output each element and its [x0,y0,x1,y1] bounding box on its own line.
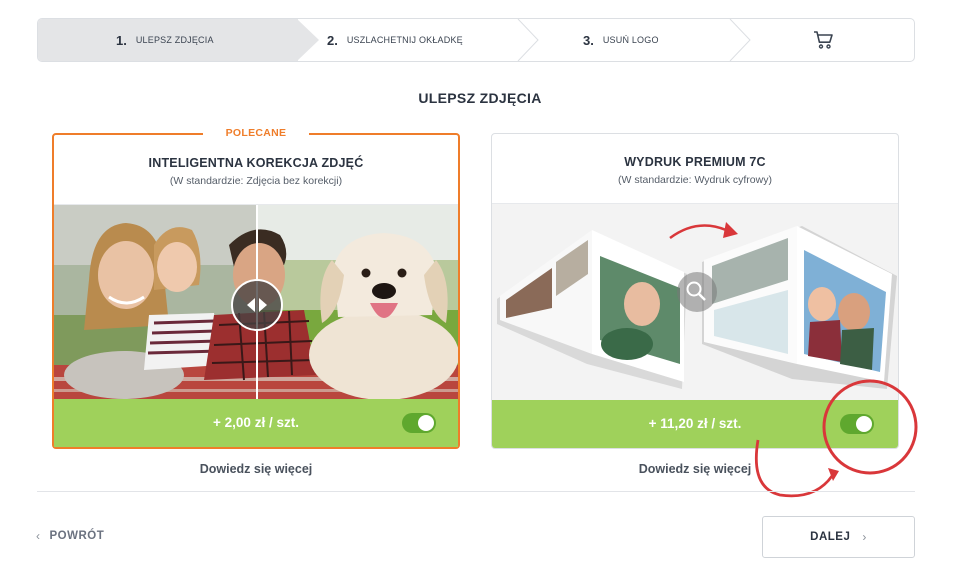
cart-icon[interactable] [812,28,836,52]
card-subtitle: (W standardzie: Zdjęcia bez korekcji) [169,175,343,187]
chevron-right-icon: › [862,530,867,544]
back-button[interactable]: ‹ POWRÓT [36,529,104,543]
next-button[interactable]: DALEJ › [762,516,915,558]
card-header: WYDRUK PREMIUM 7C (W standardzie: Wydruk… [492,134,898,204]
step-2[interactable]: 2. USZLACHETNIJ OKŁADKĘ [327,19,463,61]
toggle-knob [418,415,434,431]
step-label: USUŃ LOGO [602,35,659,45]
step-label: ULEPSZ ZDJĘCIA [135,35,214,45]
step-number: 1. [116,32,127,48]
footer-divider [37,491,915,492]
step-separator-icon [517,19,539,61]
next-label: DALEJ [810,531,851,543]
before-after-image[interactable] [54,205,458,403]
compare-slider-handle[interactable] [231,279,283,331]
card-title: WYDRUK PREMIUM 7C [624,155,766,169]
step-number: 2. [327,32,338,48]
card-subtitle: (W standardzie: Wydruk cyfrowy) [618,174,772,186]
active-step-arrow [297,19,319,61]
step-1[interactable]: 1. ULEPSZ ZDJĘCIA [116,19,214,61]
checkout-stepper: 1. ULEPSZ ZDJĘCIA 2. USZLACHETNIJ OKŁADK… [37,18,915,62]
option-price: + 2,00 zł / szt. [213,415,299,430]
step-label: USZLACHETNIJ OKŁADKĘ [346,35,463,45]
card-title: INTELIGENTNA KOREKCJA ZDJĘĆ [148,156,364,170]
learn-more-link[interactable]: Dowiedz się więcej [52,462,460,476]
card-header: INTELIGENTNA KOREKCJA ZDJĘĆ (W standardz… [54,135,458,205]
back-label: POWRÓT [49,530,105,542]
price-bar: + 2,00 zł / szt. [54,399,458,447]
left-right-arrows-icon [247,298,267,312]
step-number: 3. [583,32,594,48]
option-card-photo-correction[interactable]: POLECANE INTELIGENTNA KOREKCJA ZDJĘĆ (W … [52,127,460,449]
recommended-badge: POLECANE [203,127,309,141]
highlight-annotation-icon [754,379,918,498]
chevron-left-icon: ‹ [36,529,41,543]
page-title: ULEPSZ ZDJĘCIA [418,90,542,106]
option-toggle[interactable] [402,413,436,433]
step-separator-icon [729,19,751,61]
step-3[interactable]: 3. USUŃ LOGO [583,19,659,61]
